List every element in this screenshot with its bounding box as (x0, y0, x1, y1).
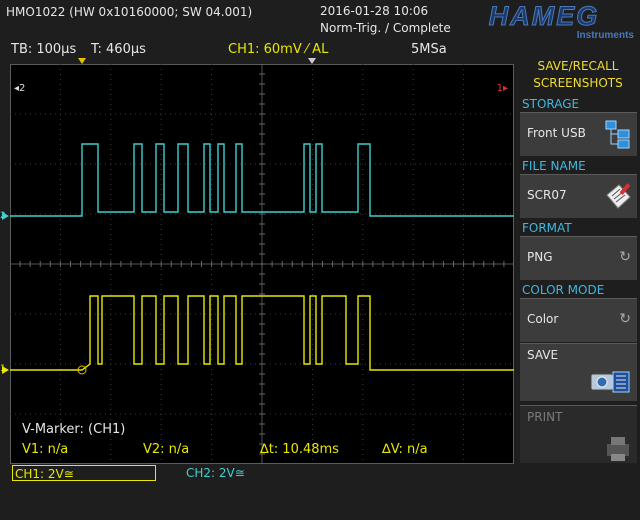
left-markers (2, 212, 9, 374)
camera-save-icon (590, 371, 630, 393)
colormode-value: Color (527, 312, 559, 326)
cycle-icon: ↻ (619, 249, 631, 265)
vmarker-title: V-Marker: (CH1) (22, 422, 126, 437)
printer-icon (607, 437, 629, 461)
storage-value: Front USB (527, 126, 586, 140)
waveform-canvas (10, 64, 514, 464)
format-value: PNG (527, 250, 553, 264)
menu-title-line2: SCREENSHOTS (533, 76, 623, 90)
filename-button[interactable]: SCR07 (520, 174, 637, 218)
brand-text: HAMEG (489, 1, 600, 31)
header-bar: HMO1022 (HW 0x10160000; SW 04.001) 2016-… (0, 0, 640, 40)
format-button[interactable]: PNG ↻ (520, 236, 637, 280)
colormode-label: COLOR MODE (522, 283, 605, 297)
folder-tree-icon (605, 120, 630, 149)
brand-sub-text: Instruments (577, 30, 635, 39)
ch1-trigger-readout[interactable]: CH1: 60mV ⁄ AL (228, 42, 328, 57)
waveform-display[interactable]: ◂2 1▸ V-Marker: (CH1) V1: n/a V2: n/a ∆t… (10, 64, 514, 464)
cycle-icon: ↻ (619, 311, 631, 327)
colormode-button[interactable]: Color ↻ (520, 298, 637, 342)
ch1-ground-label: 1 (0, 364, 6, 374)
vmarker-v1: V1: n/a (22, 442, 69, 457)
print-button[interactable]: PRINT (520, 405, 637, 463)
sample-rate-readout: 5MSa (411, 42, 447, 57)
print-label: PRINT (527, 410, 563, 424)
filename-label: FILE NAME (522, 159, 586, 173)
trigger-time-readout[interactable]: T: 460µs (91, 42, 146, 57)
menu-title-line1: SAVE/RECALL (537, 59, 619, 73)
format-label: FORMAT (522, 221, 572, 235)
ch2-scale-label[interactable]: CH2: 2V≅ (186, 466, 245, 480)
ch1-scale-box[interactable]: CH1: 2V≅ (12, 465, 156, 481)
filename-value: SCR07 (527, 188, 567, 202)
storage-label: STORAGE (522, 97, 580, 111)
model-info: HMO1022 (HW 0x10160000; SW 04.001) (6, 5, 253, 19)
edit-document-icon (606, 183, 631, 209)
vmarker-v2: V2: n/a (143, 442, 190, 457)
storage-button[interactable]: Front USB (520, 112, 637, 156)
vmarker-dv: ∆V: n/a (382, 442, 428, 457)
hameg-logo: HAMEG Instruments (488, 1, 635, 39)
save-button[interactable]: SAVE (520, 343, 637, 401)
vmarker-dt: ∆t: 10.48ms (260, 442, 339, 457)
datetime: 2016-01-28 10:06 (320, 4, 429, 18)
timebase-readout[interactable]: TB: 100µs (11, 42, 76, 57)
ch2-offset-marker: ◂2 (14, 83, 26, 94)
trigger-status: Norm-Trig. / Complete (320, 21, 451, 35)
save-label: SAVE (527, 348, 559, 362)
ch1-right-marker: 1▸ (496, 83, 508, 94)
ch2-ground-label: 2 (0, 211, 6, 221)
